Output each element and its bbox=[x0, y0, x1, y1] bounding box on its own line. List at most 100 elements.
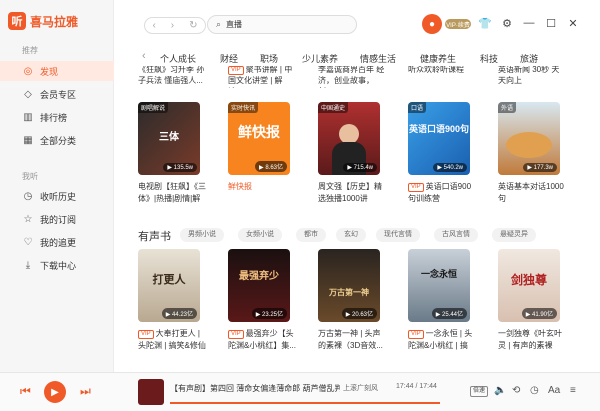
maximize-icon[interactable]: ☐ bbox=[544, 17, 558, 30]
sidebar-item-label: 我的追更 bbox=[40, 237, 77, 248]
now-playing-cover[interactable] bbox=[138, 379, 164, 405]
sidebar-item-subscriptions[interactable]: ☆ 我的订阅 bbox=[0, 209, 114, 229]
filter-pill[interactable]: 男频小说 bbox=[180, 228, 224, 242]
list-item[interactable]: 听众欢聆听课程 bbox=[408, 66, 476, 88]
tab-category[interactable]: 职场 bbox=[260, 52, 278, 65]
close-icon[interactable]: ✕ bbox=[566, 17, 580, 30]
album-tag: 外语 bbox=[498, 102, 517, 113]
logo-text: 喜马拉雅 bbox=[30, 14, 79, 29]
album-cover[interactable]: 口语 英语口语900句 ▶ 540.2w bbox=[408, 102, 470, 175]
cover-art-text: 最强弃少 bbox=[239, 271, 279, 282]
tab-category[interactable]: 健康养生 bbox=[420, 52, 456, 65]
tab-category[interactable]: 少儿素养 bbox=[302, 52, 338, 65]
album-cover[interactable]: 一念永恒 ▶ 25.44亿 bbox=[408, 249, 470, 322]
album-title[interactable]: 万古第一神 | 头声的素裸（3D音效... bbox=[318, 328, 386, 352]
sidebar-item-downloads[interactable]: ⤓ 下载中心 bbox=[0, 255, 114, 275]
settings-icon[interactable]: ⚙ bbox=[500, 17, 514, 30]
album-cover[interactable]: 中国通史 ▶ 715.4w bbox=[318, 102, 380, 175]
album-cover[interactable]: 万古第一神 ▶ 20.63亿 bbox=[318, 249, 380, 322]
app-logo[interactable]: 听 喜马拉雅 bbox=[8, 12, 78, 30]
album-title[interactable]: 周文强【历史】精选独播1000讲 bbox=[318, 181, 386, 205]
sidebar-item-discover[interactable]: ◎ 发现 bbox=[0, 61, 114, 81]
minimize-icon[interactable]: — bbox=[522, 17, 536, 29]
next-icon[interactable]: ⏭ bbox=[80, 384, 91, 399]
list-item[interactable]: VIP聚书讲解 | 中国文化讲堂 | 解读... bbox=[228, 66, 296, 88]
forward-icon[interactable]: › bbox=[171, 20, 174, 31]
avatar[interactable]: ● bbox=[422, 14, 442, 34]
category-tabs: ‹ 个人成长 财经 职场 少儿素养 情感生活 健康养生 科技 旅游 bbox=[114, 46, 600, 68]
cover-art-text: 打更人 bbox=[152, 274, 186, 286]
tab-category[interactable]: 财经 bbox=[220, 52, 238, 65]
album-title[interactable]: 鲜快报 bbox=[228, 181, 296, 205]
album-cover[interactable]: 外语 ▶ 177.3w bbox=[498, 102, 560, 175]
album-title[interactable]: 英语基本对话1000句 bbox=[498, 181, 566, 205]
sidebar-item-ranking[interactable]: ▥ 排行榜 bbox=[0, 107, 114, 127]
filter-pill[interactable]: 古风言情 bbox=[434, 228, 478, 242]
vip-badge: VIP bbox=[408, 330, 424, 339]
search-box[interactable]: ⌕ bbox=[207, 15, 357, 34]
progress-bar[interactable] bbox=[170, 402, 440, 404]
previous-icon[interactable]: ⏮ bbox=[20, 384, 31, 399]
font-size-icon[interactable]: Aa bbox=[548, 385, 560, 396]
album-title[interactable]: 一剑独尊《叶玄叶灵 | 有声的素裸（... bbox=[498, 328, 566, 352]
album-cover[interactable]: 剑独尊 ▶ 41.90亿 bbox=[498, 249, 560, 322]
album-title[interactable]: VIP 最强弃少【头陀渊&小桃红】集... bbox=[228, 328, 296, 352]
play-count: ▶ 177.3w bbox=[523, 163, 557, 172]
speed-button[interactable]: 倍速 bbox=[470, 386, 488, 397]
search-input[interactable] bbox=[226, 20, 337, 29]
tab-category[interactable]: 旅游 bbox=[520, 52, 538, 65]
search-icon[interactable]: ⌕ bbox=[216, 19, 221, 30]
sidebar-item-label: 收听历史 bbox=[40, 191, 77, 202]
play-count: ▶ 23.25亿 bbox=[251, 308, 287, 319]
list-item[interactable]: 《狂飙》习升季 孙子兵法 懂庙强人... bbox=[138, 66, 206, 88]
play-count: ▶ 715.4w bbox=[343, 163, 377, 172]
play-button[interactable]: ▶ bbox=[44, 381, 66, 403]
filter-pill[interactable]: 女频小说 bbox=[238, 228, 282, 242]
album-title[interactable]: VIP一念永恒 | 头陀渊&小桃红 | 搞笑... bbox=[408, 328, 476, 352]
sidebar-item-vip[interactable]: ◇ 会员专区 bbox=[0, 84, 114, 104]
filter-pill[interactable]: 现代言情 bbox=[376, 228, 420, 242]
sidebar-item-following[interactable]: ♡ 我的追更 bbox=[0, 232, 114, 252]
now-playing-title[interactable]: 【有声剧】第四回 薄命女偏逢薄命郎 葫芦僧乱判葫芦案 bbox=[170, 383, 340, 394]
tab-category[interactable]: 个人成长 bbox=[160, 52, 196, 65]
refresh-icon[interactable]: ↻ bbox=[189, 20, 197, 31]
cover-art-text: 剑独尊 bbox=[510, 273, 547, 287]
chevron-left-icon[interactable]: ‹ bbox=[142, 50, 146, 62]
back-icon[interactable]: ‹ bbox=[152, 20, 155, 31]
filter-pill[interactable]: 悬疑灵异 bbox=[492, 228, 536, 242]
volume-icon[interactable]: 🔈 bbox=[494, 385, 506, 396]
vip-badge: VIP bbox=[228, 66, 244, 75]
filter-pill[interactable]: 都市 bbox=[296, 228, 326, 242]
album-cover[interactable]: 最强弃少 ▶ 23.25亿 bbox=[228, 249, 290, 322]
vip-renew-badge[interactable]: VIP·续费 bbox=[445, 19, 471, 29]
play-count: ▶ 41.90亿 bbox=[521, 308, 557, 319]
now-playing-subtitle: 上滚广刻风 bbox=[343, 385, 378, 392]
sidebar-item-label: 全部分类 bbox=[40, 135, 77, 146]
grid-icon: ▦ bbox=[23, 134, 33, 146]
host-portrait bbox=[339, 124, 359, 144]
album-cover[interactable]: 打更人 ▶ 44.23亿 bbox=[138, 249, 200, 322]
tab-category[interactable]: 情感生活 bbox=[360, 52, 396, 65]
player-bar: ⏮ ▶ ⏭ 【有声剧】第四回 薄命女偏逢薄命郎 葫芦僧乱判葫芦案 上滚广刻风 1… bbox=[0, 372, 600, 411]
playlist-icon[interactable]: ≡ bbox=[570, 385, 576, 396]
history-nav: ‹ › ↻ bbox=[144, 17, 206, 34]
sidebar: 听 喜马拉雅 推荐 ◎ 发现 ◇ 会员专区 ▥ 排行榜 ▦ 全部分类 我听 ◷ … bbox=[0, 0, 114, 372]
filter-pill[interactable]: 玄幻 bbox=[336, 228, 366, 242]
list-item[interactable]: 李嘉诚商界百年 经济，创业故事，创... bbox=[318, 66, 386, 88]
album-cover[interactable]: 实时快讯 鲜快报 ▶ 8.63亿 bbox=[228, 102, 290, 175]
shirt-icon[interactable]: 👕 bbox=[478, 17, 492, 30]
list-item[interactable]: 英语新闻 30秒 天天向上 bbox=[498, 66, 566, 88]
album-title[interactable]: 电视剧【狂飙】《三体》|热播|剧情|解读 bbox=[138, 181, 206, 205]
sidebar-item-categories[interactable]: ▦ 全部分类 bbox=[0, 130, 114, 150]
loop-icon[interactable]: ⟲ bbox=[512, 385, 520, 396]
sidebar-item-history[interactable]: ◷ 收听历史 bbox=[0, 186, 114, 206]
chart-icon: ▥ bbox=[23, 111, 33, 123]
album-tag: 剧唱解说 bbox=[138, 102, 169, 113]
vip-badge: VIP bbox=[408, 183, 424, 192]
album-title[interactable]: VIP 英语口语900句训练营 bbox=[408, 181, 476, 205]
album-title[interactable]: VIP大奉打更人 | 头陀渊 | 搞笑&修仙VI... bbox=[138, 328, 206, 352]
play-icon: ▶ bbox=[51, 386, 59, 398]
tab-category[interactable]: 科技 bbox=[480, 52, 498, 65]
album-cover[interactable]: 剧唱解说 三体 ▶ 135.5w bbox=[138, 102, 200, 175]
timer-icon[interactable]: ◷ bbox=[530, 385, 539, 396]
